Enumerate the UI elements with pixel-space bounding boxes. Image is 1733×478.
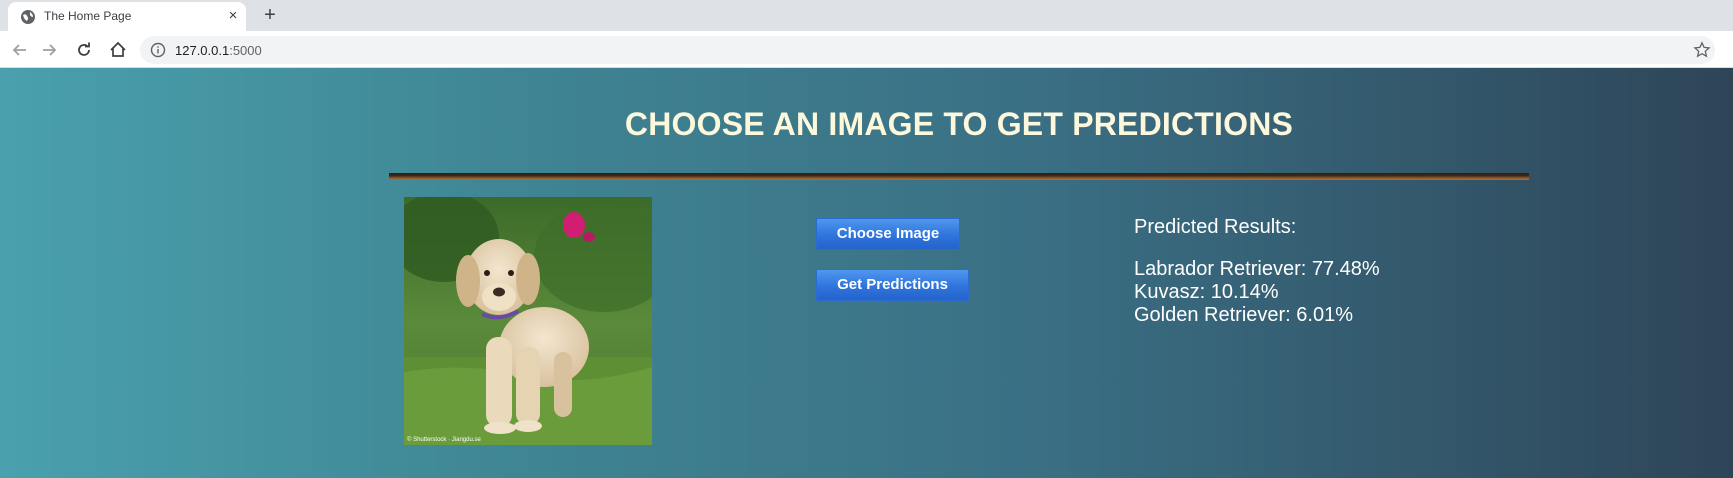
url-host: 127.0.0.1 [175,43,230,58]
result-item: Labrador Retriever: 77.48% [1134,258,1380,280]
page-title: CHOOSE AN IMAGE TO GET PREDICTIONS [624,106,1294,142]
results-heading: Predicted Results: [1134,216,1297,238]
url-text[interactable]: 127.0.0.1:5000 [175,43,262,58]
result-item: Kuvasz: 10.14% [1134,281,1279,303]
browser-toolbar: 127.0.0.1:5000 [0,31,1733,68]
prediction-results: Predicted Results: Labrador Retriever: 7… [1134,216,1380,327]
reload-icon[interactable] [72,38,96,62]
tab-title: The Home Page [44,9,132,23]
uploaded-image-preview: © Shutterstock · Jiangdu.se [404,197,652,445]
close-tab-icon[interactable]: × [224,7,242,25]
bookmark-star-icon[interactable] [1693,41,1711,59]
browser-tab[interactable]: The Home Page × [8,2,246,31]
result-item: Golden Retriever: 6.01% [1134,304,1354,326]
choose-image-button[interactable]: Choose Image [816,218,960,250]
address-bar[interactable]: 127.0.0.1:5000 [140,36,1715,64]
back-icon[interactable] [8,38,32,62]
page-content: CHOOSE AN IMAGE TO GET PREDICTIONS © Shu… [0,68,1733,478]
globe-icon [21,10,35,24]
get-predictions-button[interactable]: Get Predictions [816,269,969,301]
new-tab-icon[interactable]: + [258,4,282,28]
home-icon[interactable] [106,38,130,62]
forward-icon[interactable] [37,38,61,62]
image-credit: © Shutterstock · Jiangdu.se [407,437,481,443]
title-divider [389,173,1529,180]
labrador-puppy-photo [404,197,652,445]
info-icon[interactable] [150,42,166,58]
tab-bar: The Home Page × + [0,0,1733,31]
url-port: :5000 [229,43,262,58]
